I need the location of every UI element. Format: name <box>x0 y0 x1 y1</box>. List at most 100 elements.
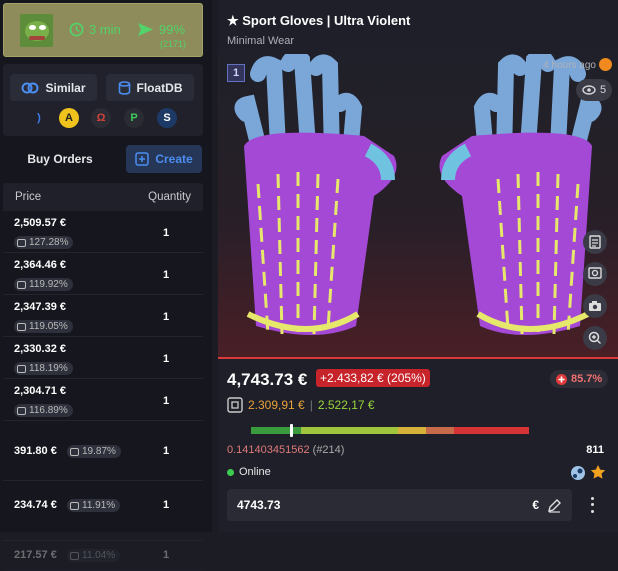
clock-icon <box>69 22 84 37</box>
inspect-icon[interactable] <box>583 262 607 286</box>
price-header: Price <box>15 191 42 203</box>
steam-icon[interactable]: S <box>157 108 177 128</box>
pattern-index: 811 <box>586 444 604 456</box>
left-panel: 3 min 99% (2171) Similar FloatDB ) A Ω P… <box>0 0 212 571</box>
row-qty: 1 <box>163 549 170 561</box>
row-percent: 119.05% <box>29 321 68 332</box>
input-value[interactable]: 4743.73 <box>237 498 280 512</box>
item-image[interactable]: 1 4 hours ago 5 <box>218 54 618 359</box>
clock-icon <box>599 58 612 71</box>
row-price: 2,364.46 € <box>14 259 66 271</box>
zoom-icon[interactable] <box>583 326 607 350</box>
row-qty: 1 <box>163 311 170 323</box>
table-row[interactable]: 2,330.32 € 118.19% 1 <box>3 337 203 379</box>
wallet-icon <box>17 238 26 247</box>
create-button[interactable]: Create <box>126 145 202 173</box>
wallet-icon <box>70 551 79 560</box>
row-price: 234.74 € <box>14 499 57 511</box>
orders-table: 2,509.57 € 127.28% 1 2,364.46 € 119.92% 1 2,… <box>3 211 203 571</box>
item-title[interactable]: ★ Sport Gloves | Ultra Violent <box>227 13 410 29</box>
eye-icon <box>582 85 596 95</box>
trade-count: (2171) <box>160 39 187 49</box>
row-percent: 11.04% <box>82 550 116 561</box>
wallet-icon <box>17 406 26 415</box>
success-rate: 99% <box>137 22 185 37</box>
wear-bar <box>251 424 529 437</box>
row-qty: 1 <box>163 269 170 281</box>
views-count: 5 <box>599 84 607 96</box>
document-icon[interactable] <box>583 230 607 254</box>
delivery-time: 3 min <box>69 22 121 37</box>
floatdb-label: FloatDB <box>136 80 183 95</box>
discount-badge: 85.7% <box>550 370 609 388</box>
views-badge: 5 <box>576 79 612 101</box>
divider <box>218 357 618 359</box>
gloves-image <box>234 54 602 335</box>
table-row[interactable]: 2,364.46 € 119.92% 1 <box>3 253 203 295</box>
status-label: Online <box>239 466 271 478</box>
row-qty: 1 <box>163 445 170 457</box>
low-price: 2.309,91 € <box>248 398 305 412</box>
link-icon <box>21 82 39 93</box>
wallet-icon <box>227 397 243 413</box>
table-row[interactable]: 391.80 € 19.87% 1 <box>3 421 203 481</box>
price-difference: +2.433,82 € (205%) <box>316 369 430 387</box>
extension-icon-2[interactable]: A <box>59 108 79 128</box>
row-qty: 1 <box>163 499 170 511</box>
row-qty: 1 <box>163 353 170 365</box>
floatdb-button[interactable]: FloatDB <box>106 74 194 101</box>
row-price: 2,509.57 € <box>14 217 66 229</box>
row-percent: 118.19% <box>29 363 68 374</box>
orders-bar: Buy Orders Create <box>3 144 203 175</box>
steam-icon[interactable] <box>570 465 586 481</box>
send-icon <box>138 22 153 37</box>
rank-badge: 1 <box>227 64 245 82</box>
table-row[interactable]: 217.57 € 11.04% 1 <box>3 541 203 571</box>
table-row[interactable]: 2,304.71 € 116.89% 1 <box>3 379 203 421</box>
seller-card[interactable]: 3 min 99% (2171) <box>3 3 203 57</box>
extension-icon-1[interactable]: ) <box>29 108 49 128</box>
row-percent: 127.28% <box>29 237 69 248</box>
wear-marker <box>290 424 294 437</box>
buy-orders-tab[interactable]: Buy Orders <box>3 144 117 173</box>
star-icon[interactable] <box>590 464 606 480</box>
rate-label: 99% <box>159 22 186 37</box>
row-percent: 19.87% <box>82 446 116 457</box>
table-row[interactable]: 234.74 € 11.91% 1 <box>3 481 203 541</box>
online-status: Online <box>227 466 271 478</box>
wallet-icon <box>17 364 26 373</box>
row-qty: 1 <box>163 227 170 239</box>
wallet-icon <box>17 322 26 331</box>
row-price: 2,347.39 € <box>14 301 66 313</box>
tools-card: Similar FloatDB ) A Ω P S <box>3 64 203 136</box>
row-price: 2,330.32 € <box>14 343 66 355</box>
camera-icon[interactable] <box>583 294 607 318</box>
more-options-icon[interactable] <box>586 495 598 515</box>
create-label: Create <box>155 152 193 166</box>
status-dot <box>227 468 234 476</box>
listed-time: 4 hours ago <box>543 60 596 71</box>
item-panel: ★ Sport Gloves | Ultra Violent Minimal W… <box>218 0 618 532</box>
row-qty: 1 <box>163 395 170 407</box>
extension-icon-3[interactable]: Ω <box>91 108 111 128</box>
table-row[interactable]: 2,509.57 € 127.28% 1 <box>3 211 203 253</box>
quantity-header: Quantity <box>148 191 191 203</box>
float-rank: (#214) <box>312 444 345 456</box>
plus-icon <box>135 152 150 166</box>
discount-value: 85.7% <box>571 373 603 385</box>
time-label: 3 min <box>89 22 121 37</box>
buy-orders-label: Buy Orders <box>27 151 93 166</box>
extension-icon-4[interactable]: P <box>124 108 144 128</box>
wallet-icon <box>17 280 26 289</box>
price-input[interactable]: 4743.73 € <box>227 489 572 521</box>
item-price: 4,743.73 € <box>227 370 308 389</box>
currency-label: € <box>532 498 539 512</box>
similar-label: Similar <box>45 80 86 95</box>
similar-button[interactable]: Similar <box>10 74 97 101</box>
row-price: 217.57 € <box>14 549 57 561</box>
row-price: 2,304.71 € <box>14 385 66 397</box>
table-row[interactable]: 2,347.39 € 119.05% 1 <box>3 295 203 337</box>
wallet-icon <box>70 501 79 510</box>
plus-circle-icon <box>556 373 567 385</box>
row-percent: 116.89% <box>29 405 68 416</box>
